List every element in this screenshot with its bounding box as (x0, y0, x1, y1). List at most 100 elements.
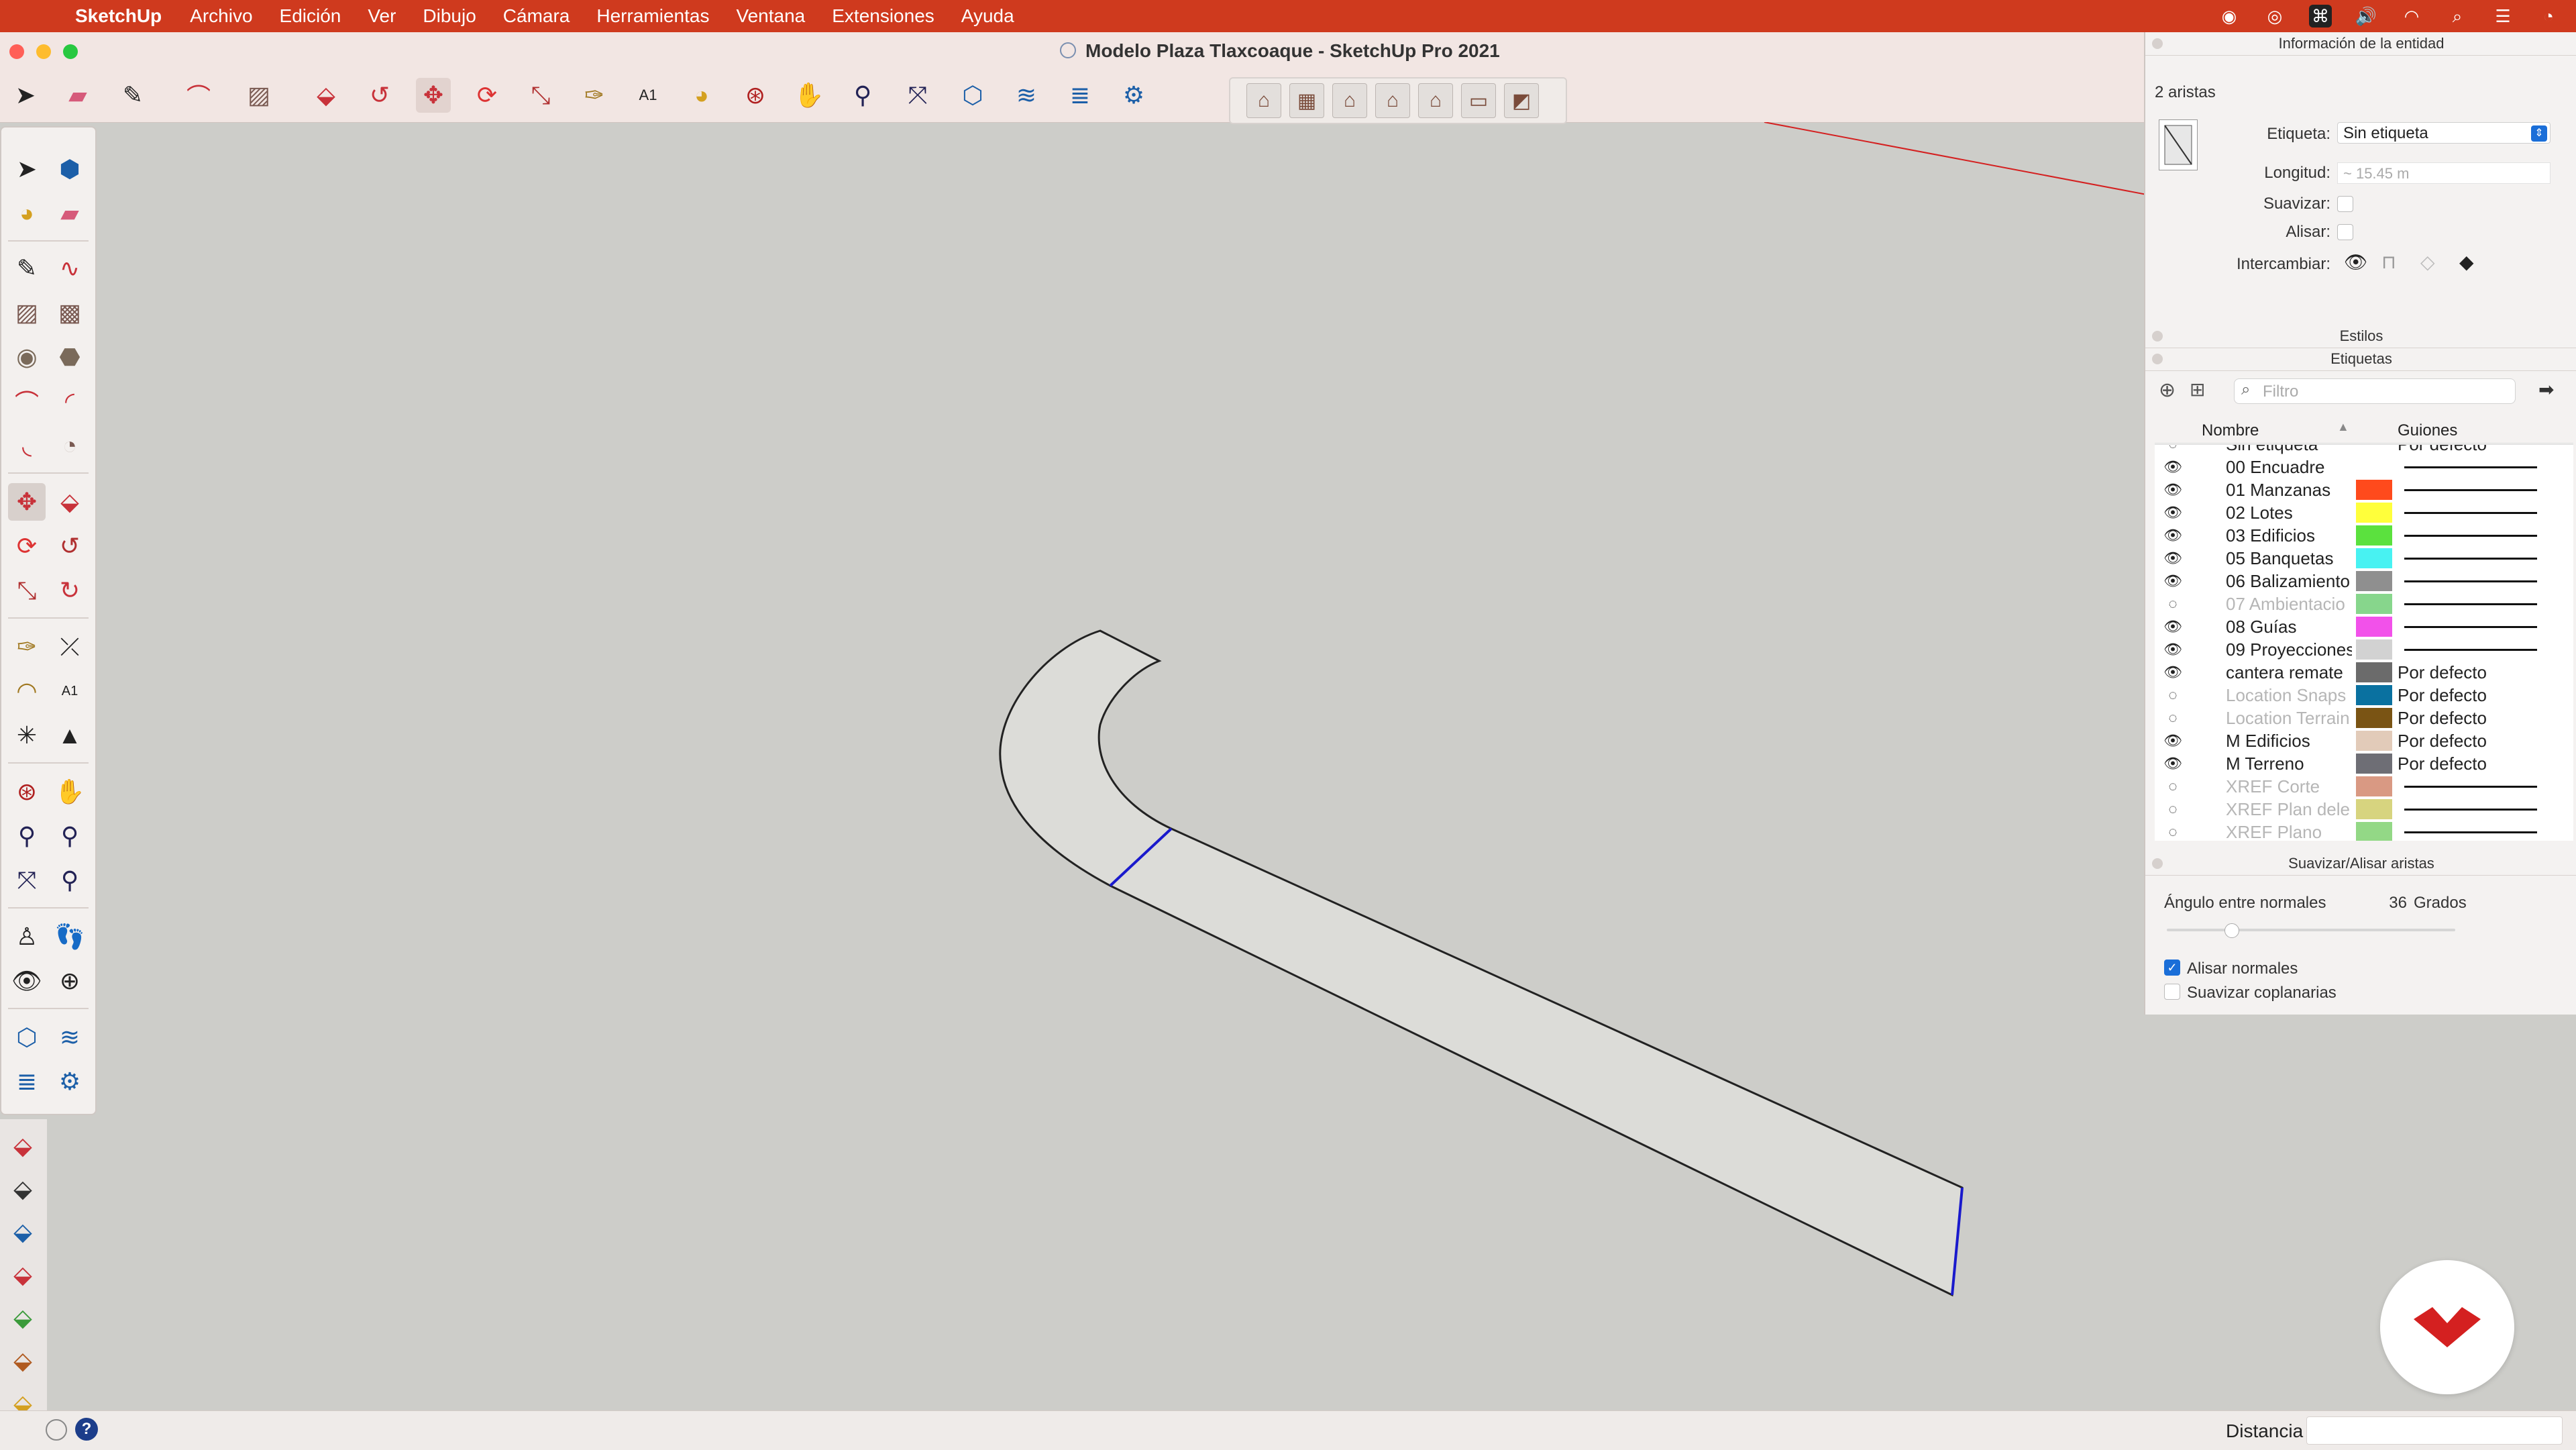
push-pull-extension-icon[interactable]: ⬙ (4, 1213, 42, 1251)
3d-warehouse-icon[interactable]: ⬡ (8, 1019, 46, 1056)
move-icon[interactable]: ✥ (416, 78, 451, 113)
column-name[interactable]: Nombre (2202, 421, 2259, 440)
tag-name[interactable]: M Edificios (2226, 731, 2352, 752)
tag-name[interactable]: XREF Plan dele (2226, 799, 2352, 820)
pan-icon[interactable]: ✋ (51, 773, 89, 811)
axes-icon[interactable]: ✳ (8, 717, 46, 754)
paint-bucket-icon[interactable]: ◕ (8, 195, 46, 232)
measurements-input[interactable] (2306, 1416, 2563, 1445)
receive-shadows-icon[interactable]: ◇ (2420, 251, 2435, 273)
control-center-icon[interactable]: ☰ (2491, 5, 2514, 28)
dash-pattern-solid[interactable] (2404, 466, 2537, 468)
text-icon[interactable]: A1 (51, 672, 89, 710)
paint-bucket-icon[interactable]: ◕ (684, 78, 719, 113)
soften-edges-header[interactable]: Suavizar/Alisar aristas (2145, 852, 2576, 876)
tag-name[interactable]: 01 Manzanas (2226, 480, 2352, 501)
tag-color-swatch[interactable] (2356, 708, 2392, 728)
dash-pattern-solid[interactable] (2404, 512, 2537, 514)
walk-icon[interactable]: 👣 (51, 918, 89, 955)
hidden-eye-icon[interactable]: ◌ (2163, 800, 2183, 818)
tag-row[interactable]: 👁 M Terreno Por defecto (2155, 752, 2573, 775)
zoom-icon[interactable]: ⚲ (845, 78, 880, 113)
tag-color-swatch[interactable] (2356, 731, 2392, 751)
dash-pattern-default[interactable]: Por defecto (2398, 708, 2487, 729)
tag-name[interactable]: 03 Edificios (2226, 525, 2352, 546)
menu-ventana[interactable]: Ventana (736, 5, 805, 27)
tag-name[interactable]: 09 Proyecciones (2226, 639, 2352, 660)
iso-view-icon[interactable]: ⌂ (1246, 83, 1281, 118)
extension-warehouse-icon[interactable]: ≋ (51, 1019, 89, 1056)
column-dashes[interactable]: Guiones (2398, 421, 2457, 440)
tag-row[interactable]: 👁 05 Banquetas (2155, 547, 2573, 570)
scale-icon[interactable]: ⤡ (8, 572, 46, 609)
model-viewport[interactable] (0, 122, 2147, 1410)
smooth-checkbox[interactable] (2337, 224, 2353, 240)
soften-checkbox[interactable] (2337, 196, 2353, 212)
component-icon[interactable]: ⬢ (51, 150, 89, 188)
visible-eye-icon[interactable]: 👁 (2163, 550, 2183, 567)
search-icon[interactable]: ⌕ (2446, 5, 2469, 28)
rotate-icon[interactable]: ⟳ (470, 78, 504, 113)
2-point-arc-icon[interactable]: ◜ (51, 382, 89, 420)
entity-info-header[interactable]: Información de la entidad (2145, 32, 2576, 56)
rotated-rectangle-icon[interactable]: ▩ (51, 294, 89, 331)
tag-color-swatch[interactable] (2356, 525, 2392, 546)
tag-row[interactable]: 👁 00 Encuadre (2155, 456, 2573, 478)
dash-pattern-solid[interactable] (2404, 535, 2537, 537)
look-around-icon[interactable]: 👁 (8, 962, 46, 1000)
menu-edicion[interactable]: Edición (280, 5, 341, 27)
tag-color-swatch[interactable] (2356, 594, 2392, 614)
eraser-icon[interactable]: ▰ (60, 78, 95, 113)
tag-name[interactable]: 07 Ambientacio (2226, 594, 2352, 615)
help-icon[interactable]: ? (75, 1418, 98, 1441)
hidden-eye-icon[interactable]: ◌ (2163, 445, 2183, 453)
dash-pattern-default[interactable]: Por defecto (2398, 731, 2487, 752)
tag-name[interactable]: 05 Banquetas (2226, 548, 2352, 569)
styles-header[interactable]: Estilos (2145, 325, 2576, 348)
tag-row[interactable]: 👁 09 Proyecciones (2155, 638, 2573, 661)
cast-shadows-icon[interactable]: ◆ (2459, 251, 2474, 273)
extension-manager-icon[interactable]: ⚙ (51, 1063, 89, 1100)
visible-eye-icon[interactable]: 👁 (2163, 504, 2183, 521)
tag-row[interactable]: ◌ XREF Corte (2155, 775, 2573, 798)
zoom-window-button[interactable] (63, 44, 78, 59)
scale-icon[interactable]: ⤡ (523, 78, 558, 113)
tag-color-swatch[interactable] (2356, 480, 2392, 500)
angle-slider-handle[interactable] (2224, 923, 2239, 938)
visible-eye-icon[interactable]: 👁 (2163, 755, 2183, 772)
arc-icon[interactable]: ⌒ (181, 78, 216, 113)
dash-pattern-solid[interactable] (2404, 489, 2537, 491)
arc-icon[interactable]: ⌒ (8, 382, 46, 420)
visible-eye-icon[interactable]: 👁 (2163, 527, 2183, 544)
curved-sidewalk-face[interactable] (999, 629, 1964, 1297)
pan-icon[interactable]: ✋ (792, 78, 826, 113)
clock-icon[interactable]: ◔ (2537, 5, 2560, 28)
menu-ver[interactable]: Ver (368, 5, 396, 27)
tag-name[interactable]: M Terreno (2226, 754, 2352, 774)
dimension-icon[interactable]: ⤫ (51, 628, 89, 666)
minimize-window-button[interactable] (36, 44, 51, 59)
push-pull-extension-icon[interactable]: ⬙ (4, 1256, 42, 1294)
hidden-eye-icon[interactable]: ◌ (2163, 595, 2183, 613)
smooth-normals-checkbox[interactable]: ✓ (2164, 960, 2180, 976)
tag-row-partial[interactable]: ◌Sin etiquetaPor defecto (2155, 445, 2573, 456)
3d-warehouse-icon[interactable]: ⬡ (955, 78, 990, 113)
zoom-window-icon[interactable]: ⚲ (51, 817, 89, 855)
zoom-icon[interactable]: ⚲ (8, 817, 46, 855)
tag-row[interactable]: 👁 08 Guías (2155, 615, 2573, 638)
add-folder-icon[interactable]: ⊞ (2190, 378, 2205, 401)
length-field[interactable]: ~ 15.45 m (2337, 162, 2551, 184)
push-pull-extension-icon[interactable]: ⬙ (4, 1299, 42, 1337)
hidden-eye-icon[interactable]: ◌ (2163, 823, 2183, 841)
push-pull-icon[interactable]: ⬙ (51, 483, 89, 521)
hidden-eye-icon[interactable]: ◌ (2163, 709, 2183, 727)
visible-eye-icon[interactable]: 👁 (2163, 481, 2183, 499)
dash-pattern-solid[interactable] (2404, 580, 2537, 582)
push-pull-icon[interactable]: ⬙ (309, 78, 343, 113)
menu-archivo[interactable]: Archivo (190, 5, 252, 27)
follow-me-icon[interactable]: ↺ (362, 78, 397, 113)
orbit-icon[interactable]: ⊛ (8, 773, 46, 811)
visible-eye-icon[interactable]: 👁 (2163, 618, 2183, 635)
visible-icon[interactable]: 👁 (2344, 251, 2368, 273)
tag-name[interactable]: Location Terrain (2226, 708, 2352, 729)
